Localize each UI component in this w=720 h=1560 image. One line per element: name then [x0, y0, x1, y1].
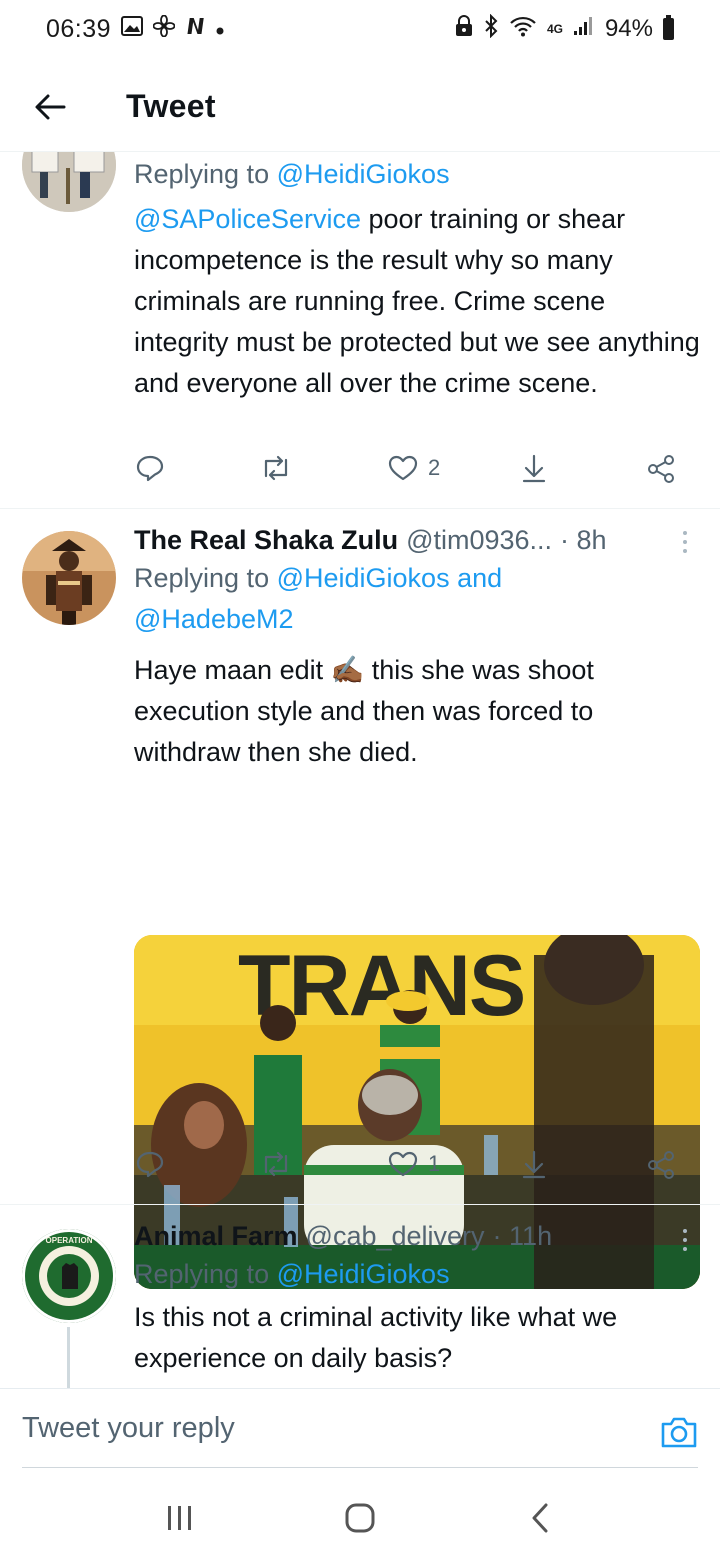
- share-network-icon: [648, 455, 674, 483]
- camera-icon: [661, 1417, 697, 1448]
- page-title: Tweet: [126, 88, 216, 124]
- author-handle[interactable]: @tim0936...: [406, 525, 552, 556]
- app-header: Tweet: [0, 62, 720, 152]
- network-type: 4G: [546, 22, 563, 36]
- home-button[interactable]: [330, 1488, 390, 1548]
- tweet-meta: The Real Shaka Zulu @tim0936... · 8h: [134, 525, 700, 556]
- writing-hand-emoji: ✍🏾: [330, 655, 365, 685]
- status-bar: 06:39 4G 94%: [0, 0, 720, 58]
- lock-icon: [455, 14, 473, 44]
- camera-button[interactable]: [660, 1415, 698, 1454]
- share-network-icon: [648, 1151, 674, 1179]
- reply-composer: [0, 1388, 720, 1468]
- tweet-time: · 8h: [560, 525, 607, 555]
- notification-dot-icon: [215, 15, 225, 43]
- tweet-text: @SAPoliceService poor training or shear …: [134, 199, 700, 404]
- mention-link[interactable]: @HeidiGiokos: [277, 159, 450, 189]
- tweet-text: Haye maan edit ✍🏾 this she was shoot exe…: [134, 650, 700, 773]
- reply-button[interactable]: [136, 454, 164, 482]
- reply-button[interactable]: [136, 1150, 164, 1178]
- chevron-left-icon: [532, 1503, 548, 1533]
- tweet-item[interactable]: Replying to @HeidiGiokos @SAPoliceServic…: [0, 152, 720, 508]
- gallery-icon: [121, 15, 144, 43]
- share-button[interactable]: [520, 1150, 548, 1180]
- replying-to: Replying to @HeidiGiokos and @HadebeM2: [134, 558, 700, 640]
- avatar[interactable]: [22, 152, 116, 212]
- retweet-button[interactable]: [260, 454, 292, 482]
- share-upload-icon: [522, 454, 546, 483]
- replying-to: Replying to @HeidiGiokos: [134, 1254, 700, 1295]
- retweet-icon: [264, 1151, 288, 1177]
- reply-input[interactable]: [22, 1389, 622, 1467]
- replying-join: and: [449, 563, 503, 593]
- like-button[interactable]: 1: [388, 1150, 440, 1178]
- tweet-meta: Animal Farm @cab_delivery · 11h: [134, 1221, 700, 1252]
- author-handle[interactable]: @cab_delivery: [306, 1221, 485, 1252]
- signal-icon: [573, 15, 595, 43]
- thread-line: [67, 1327, 70, 1388]
- arrow-left-icon: [35, 94, 66, 119]
- tweet-item[interactable]: OPERATION Animal Farm @cab_delivery · 11…: [0, 1205, 720, 1388]
- tweet-actions: 1: [130, 1150, 690, 1190]
- avatar[interactable]: OPERATION: [22, 1229, 116, 1323]
- back-button[interactable]: [20, 77, 80, 137]
- tweet-content: The Real Shaka Zulu @tim0936... · 8h Rep…: [134, 525, 700, 773]
- replying-to-label: Replying to: [134, 159, 277, 189]
- netflix-icon: [185, 15, 205, 43]
- tweet-text-part: Haye maan edit: [134, 655, 331, 685]
- author-name[interactable]: The Real Shaka Zulu: [134, 525, 398, 556]
- tweet-feed[interactable]: Replying to @HeidiGiokos @SAPoliceServic…: [0, 152, 720, 1388]
- heart-icon: [388, 455, 418, 481]
- tweet-time: · 11h: [492, 1221, 553, 1251]
- like-count: 1: [428, 1151, 441, 1176]
- share-button[interactable]: [520, 454, 548, 484]
- wifi-icon: [509, 15, 537, 44]
- status-time: 06:39: [46, 14, 112, 43]
- mention-link[interactable]: @HadebeM2: [134, 604, 294, 634]
- status-left: 06:39: [46, 14, 225, 44]
- more-share-button[interactable]: [646, 454, 676, 484]
- mention-link[interactable]: @HeidiGiokos: [277, 1259, 450, 1289]
- replying-to-label: Replying to: [134, 1259, 277, 1289]
- retweet-icon: [264, 455, 288, 481]
- like-button[interactable]: 2: [388, 454, 440, 482]
- tweet-content: Animal Farm @cab_delivery · 11h Replying…: [134, 1221, 700, 1379]
- like-count: 2: [428, 455, 441, 480]
- system-nav-bar: [0, 1476, 720, 1560]
- replying-to-label: Replying to: [134, 563, 277, 593]
- retweet-button[interactable]: [260, 1150, 292, 1178]
- reply-underline: [22, 1467, 698, 1468]
- fan-icon: [152, 14, 176, 44]
- mention-link[interactable]: @SAPoliceService: [134, 204, 361, 234]
- tweet-actions: 2: [130, 454, 690, 494]
- comment-icon: [136, 1151, 164, 1178]
- status-right: 4G 94%: [455, 13, 674, 45]
- author-name[interactable]: Animal Farm: [134, 1221, 298, 1252]
- recents-icon: [168, 1506, 191, 1530]
- tweet-content: Replying to @HeidiGiokos @SAPoliceServic…: [134, 154, 700, 404]
- share-upload-icon: [522, 1150, 546, 1179]
- tweet-item[interactable]: The Real Shaka Zulu @tim0936... · 8h Rep…: [0, 509, 720, 1289]
- system-back-button[interactable]: [510, 1488, 570, 1548]
- battery-icon: [663, 15, 674, 40]
- heart-icon: [388, 1151, 418, 1177]
- battery-percent: 94%: [604, 15, 653, 42]
- replying-to: Replying to @HeidiGiokos: [134, 154, 700, 195]
- tweet-text: Is this not a criminal activity like wha…: [134, 1302, 618, 1373]
- mention-link[interactable]: @HeidiGiokos: [277, 563, 450, 593]
- avatar[interactable]: [22, 531, 116, 625]
- comment-icon: [136, 455, 164, 482]
- bluetooth-icon: [483, 13, 499, 45]
- home-icon: [345, 1503, 375, 1533]
- svg-text:OPERATION: OPERATION: [46, 1236, 93, 1245]
- more-share-button[interactable]: [646, 1150, 676, 1180]
- recent-apps-button[interactable]: [150, 1488, 210, 1548]
